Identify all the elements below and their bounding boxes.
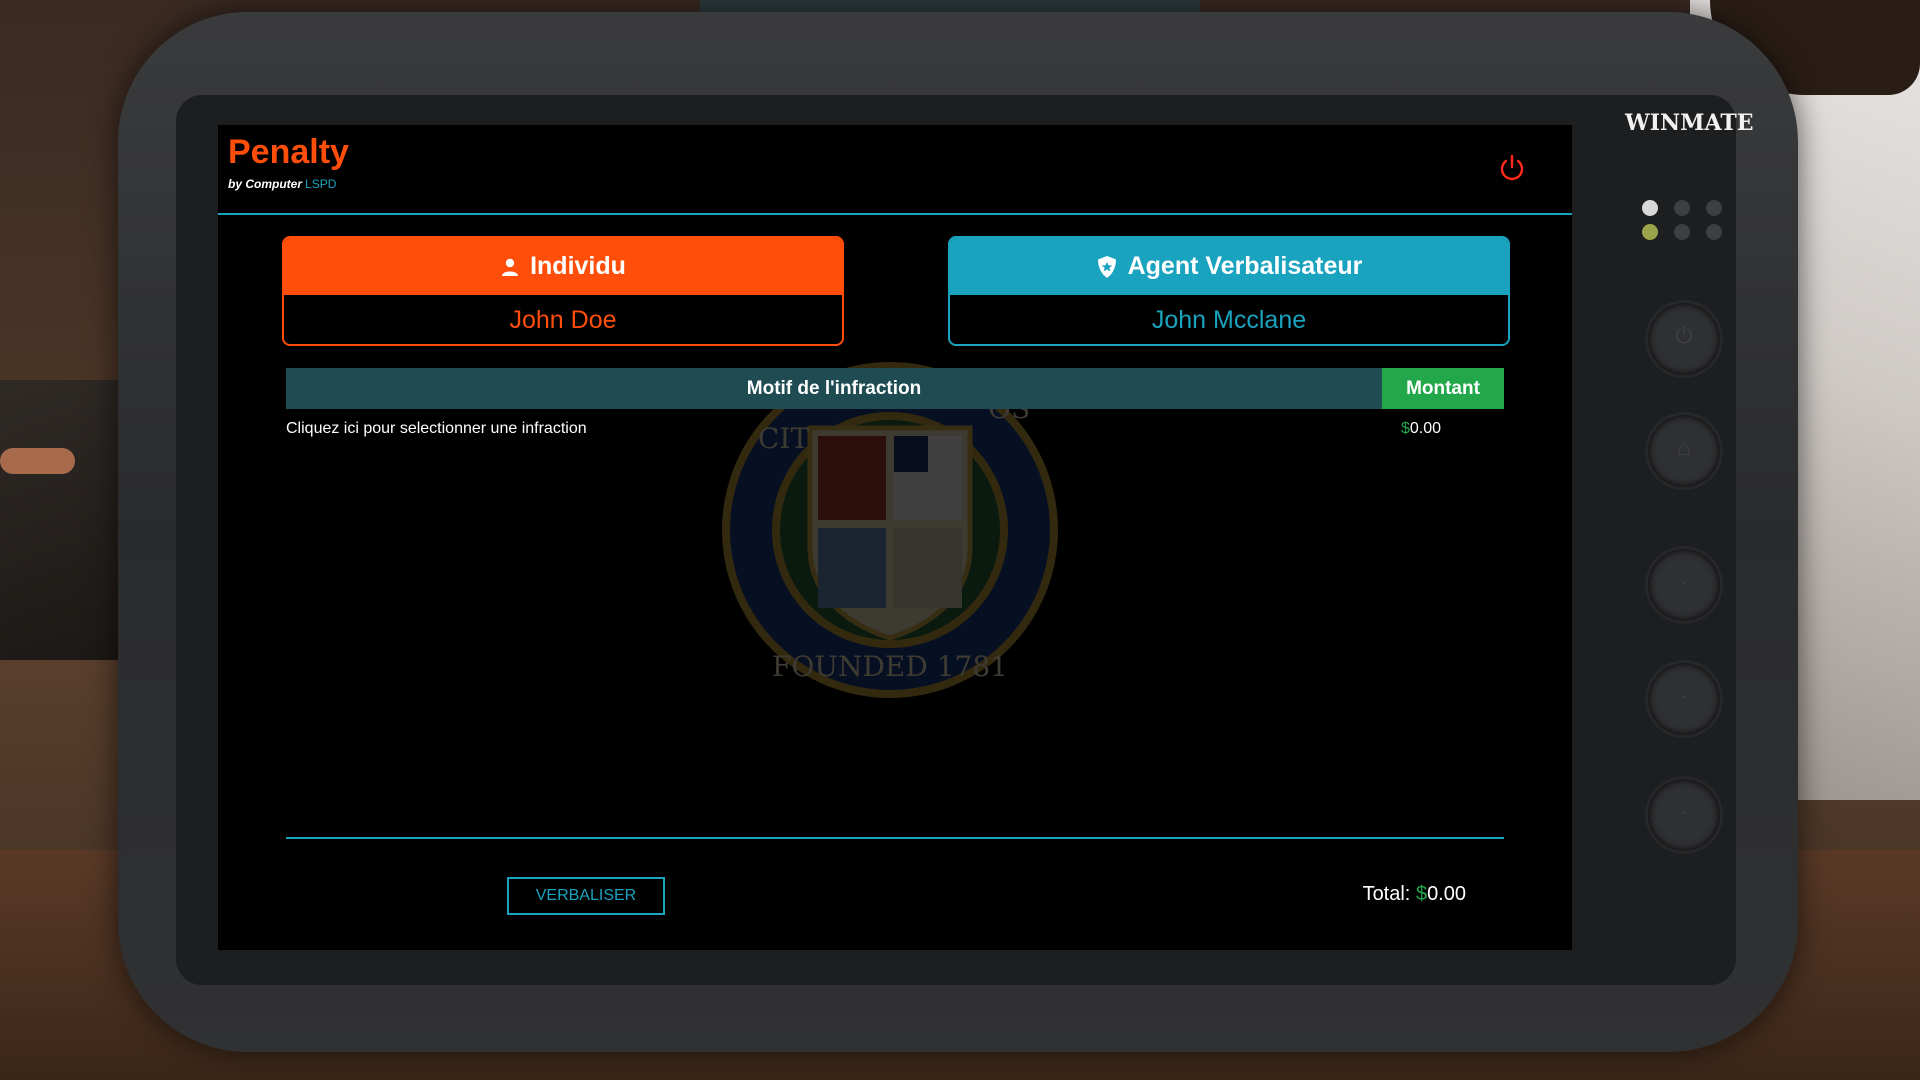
verbaliser-button[interactable]: VERBALISER — [507, 877, 665, 915]
f3-hardware-button[interactable]: · — [1645, 776, 1723, 854]
officer-card-header: Agent Verbalisateur — [950, 238, 1508, 295]
seal-founded-text: FOUNDED 1781 — [772, 650, 1008, 683]
f1-hardware-button[interactable]: · — [1645, 546, 1723, 624]
f2-hardware-button[interactable]: · — [1645, 660, 1723, 738]
device-brand-logo: WINMATE — [1625, 110, 1754, 136]
app-subtitle-prefix: by Computer — [228, 177, 303, 191]
user-icon — [502, 258, 519, 276]
home-hardware-button[interactable]: ⌂ — [1645, 412, 1723, 490]
f1-hardware-icon: · — [1680, 569, 1688, 594]
power-hardware-icon: ⏻ — [1675, 323, 1693, 348]
camera-led — [1706, 224, 1722, 240]
officer-name: John Mcclane — [1151, 306, 1307, 334]
total-currency-symbol: $ — [1415, 883, 1428, 905]
status-leds-middle — [1642, 224, 1722, 240]
column-header-reason: Motif de l'infraction — [286, 368, 1382, 409]
row-amount: $0.00 — [1401, 420, 1441, 438]
individual-name: John Doe — [509, 306, 617, 334]
city-seal-watermark: FOUNDED 1781 CIT OS — [722, 362, 1058, 698]
home-hardware-icon: ⌂ — [1677, 435, 1691, 460]
shield-icon — [1097, 255, 1116, 278]
total-amount: Total: $0.00 — [1363, 883, 1466, 906]
battery-led — [1674, 200, 1690, 216]
total-label: Total: — [1362, 883, 1411, 905]
total-value: 0.00 — [1427, 883, 1466, 905]
officer-card-title: Agent Verbalisateur — [1127, 252, 1363, 280]
background-hand — [0, 448, 75, 474]
f2-hardware-icon: · — [1680, 683, 1688, 708]
individual-card[interactable]: Individu John Doe — [282, 236, 844, 346]
footer-divider — [286, 837, 1504, 839]
status-leds-top — [1642, 200, 1722, 216]
infraction-table-header: Motif de l'infraction Montant — [286, 368, 1504, 409]
brightness-led — [1706, 200, 1722, 216]
storage-led — [1674, 224, 1690, 240]
wifi-led — [1642, 224, 1658, 240]
row-currency-symbol: $ — [1401, 420, 1410, 437]
select-infraction-row[interactable]: Cliquez ici pour selectionner une infrac… — [286, 420, 1504, 444]
app-subtitle: by Computer LSPD — [228, 177, 336, 191]
column-header-amount: Montant — [1382, 368, 1504, 409]
f3-hardware-icon: · — [1680, 799, 1688, 824]
individual-card-header: Individu — [284, 238, 842, 295]
app-title: Penalty — [228, 133, 349, 171]
officer-card[interactable]: Agent Verbalisateur John Mcclane — [948, 236, 1510, 346]
select-infraction-text: Cliquez ici pour selectionner une infrac… — [286, 420, 587, 437]
app-subtitle-accent: LSPD — [305, 177, 337, 191]
row-amount-value: 0.00 — [1409, 420, 1442, 437]
power-hardware-button[interactable]: ⏻ — [1645, 300, 1723, 378]
individual-card-title: Individu — [530, 252, 626, 280]
header-divider — [218, 213, 1572, 215]
power-off-icon[interactable] — [1497, 153, 1527, 183]
power-led — [1642, 200, 1658, 216]
tablet-screen: Penalty by Computer LSPD Individu John Do… — [218, 125, 1572, 950]
